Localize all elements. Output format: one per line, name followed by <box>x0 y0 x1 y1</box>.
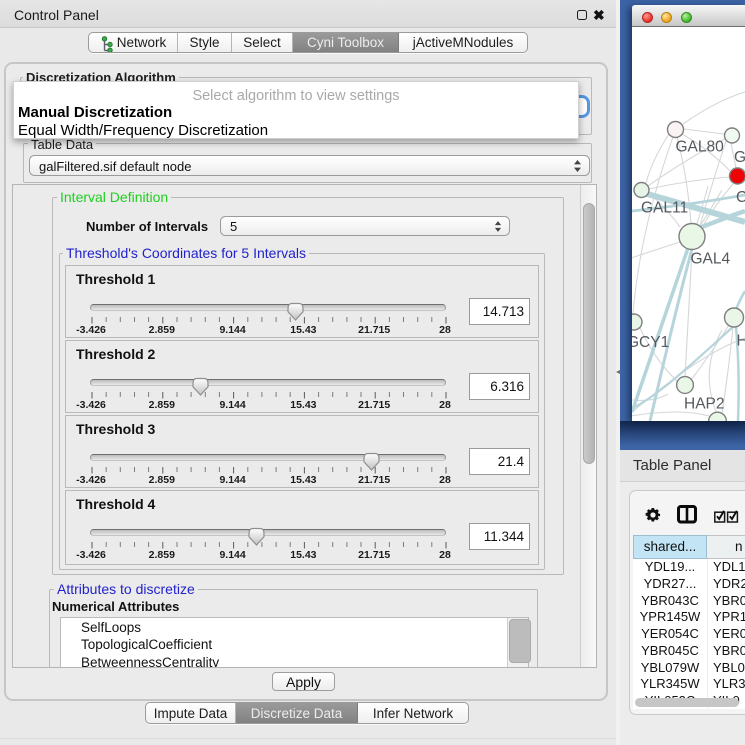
svg-text:GAL: GAL <box>734 149 745 166</box>
svg-text:GCY1: GCY1 <box>632 334 669 351</box>
svg-text:HAP2: HAP2 <box>684 396 725 413</box>
svg-text:GAL80: GAL80 <box>676 139 725 156</box>
svg-text:C: C <box>736 189 745 206</box>
svg-text:H: H <box>737 333 745 350</box>
svg-text:GAL4: GAL4 <box>691 251 731 268</box>
svg-text:GAL11: GAL11 <box>641 200 688 217</box>
